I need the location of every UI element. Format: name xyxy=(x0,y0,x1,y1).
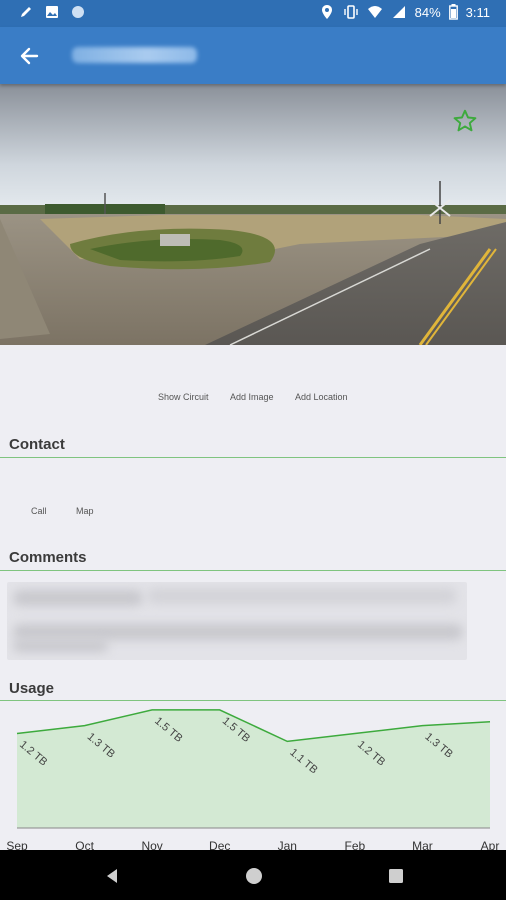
page-title-redacted xyxy=(72,47,197,63)
image-icon xyxy=(46,6,58,18)
app-toolbar xyxy=(0,27,506,84)
x-tick-label: Jan xyxy=(278,839,297,850)
contact-divider xyxy=(0,457,506,458)
usage-chart: 1.2 TB 1.3 TB1.5 TB 1.5 TB1.1 TB 1.2 TB 1.3 … xyxy=(6,709,500,850)
nav-back-icon[interactable] xyxy=(101,865,123,887)
comments-field-redacted[interactable] xyxy=(7,582,467,660)
usage-divider xyxy=(0,700,506,701)
x-tick-label: Feb xyxy=(345,839,366,850)
x-tick-label: Mar xyxy=(412,839,433,850)
site-photo xyxy=(0,84,506,345)
comments-divider xyxy=(0,570,506,571)
map-button[interactable]: Map xyxy=(76,506,94,516)
circle-icon xyxy=(72,6,84,18)
status-bar: 84% 3:11 xyxy=(0,0,506,27)
contact-heading: Contact xyxy=(9,436,65,453)
star-outline-icon xyxy=(453,109,477,132)
x-tick-label: Sep xyxy=(6,839,28,850)
favorite-button[interactable] xyxy=(452,108,478,134)
location-icon xyxy=(321,5,332,19)
back-button[interactable] xyxy=(14,41,44,71)
battery-icon xyxy=(448,4,458,20)
x-tick-label: Nov xyxy=(141,839,162,850)
comments-heading: Comments xyxy=(9,549,87,566)
add-image-button[interactable]: Add Image xyxy=(230,392,274,402)
nav-home-icon[interactable] xyxy=(243,865,265,887)
x-tick-label: Apr xyxy=(481,839,500,850)
system-nav-bar xyxy=(0,850,506,900)
usage-heading: Usage xyxy=(9,680,55,697)
show-circuit-button[interactable]: Show Circuit xyxy=(158,392,209,402)
action-row: Show Circuit Add Image Add Location xyxy=(0,392,506,406)
call-button[interactable]: Call xyxy=(31,506,47,516)
street-view-image xyxy=(0,84,506,345)
battery-percent: 84% xyxy=(414,4,441,20)
usage-area xyxy=(17,709,490,828)
arrow-left-icon xyxy=(20,47,39,65)
wifi-icon xyxy=(367,6,382,18)
clock: 3:11 xyxy=(465,4,490,20)
nav-recents-icon[interactable] xyxy=(385,865,407,887)
edit-icon xyxy=(21,7,31,17)
vibrate-icon xyxy=(343,5,358,19)
add-location-button[interactable]: Add Location xyxy=(295,392,348,402)
signal-icon xyxy=(392,6,405,18)
x-tick-label: Oct xyxy=(75,839,94,850)
x-tick-label: Dec xyxy=(209,839,230,850)
